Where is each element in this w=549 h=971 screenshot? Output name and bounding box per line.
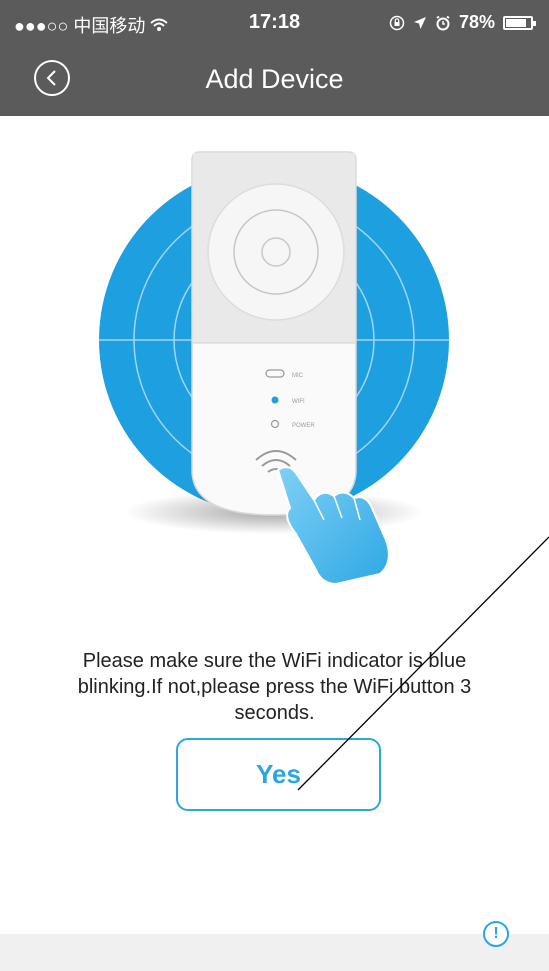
rotation-lock-icon [389,15,405,30]
wifi-label: WIFI [292,399,305,405]
info-icon[interactable]: ! [483,921,509,947]
status-right: 78% [389,12,536,33]
navigation-bar: Add Device [0,48,549,116]
back-button[interactable] [34,60,70,96]
power-label: POWER [292,423,315,429]
status-bar: ●●●○○ 中国移动 17:18 78% [0,0,549,48]
device-illustration: MIC WIFI POWER [99,151,449,586]
battery-icon [503,15,536,30]
alarm-icon [436,15,450,30]
camera-device: MIC WIFI POWER [191,151,357,516]
chevron-left-icon [46,70,56,86]
page-title: Add Device [205,64,344,94]
battery-percent: 78% [458,12,495,32]
yes-button[interactable]: Yes [176,738,381,811]
mic-label: MIC [292,373,304,379]
location-icon [413,16,426,29]
bottom-bar [0,934,549,971]
instruction-text: Please make sure the WiFi indicator is b… [77,650,472,724]
